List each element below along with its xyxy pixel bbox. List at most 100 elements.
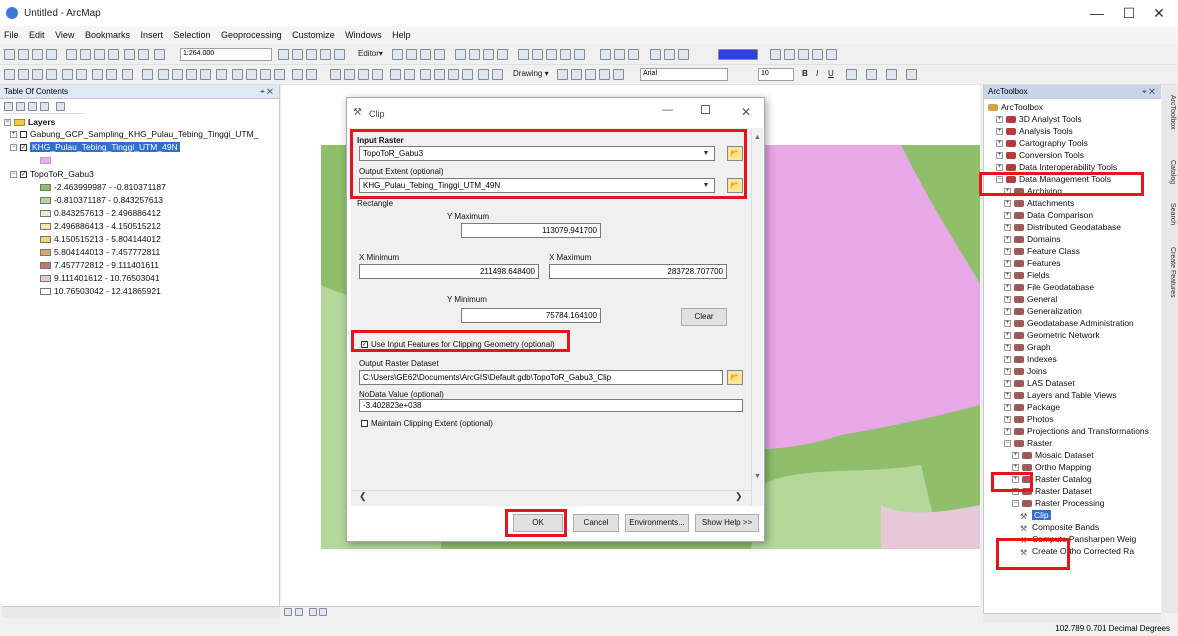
refresh-icon[interactable] [826,49,837,60]
arctoolbox-icon[interactable] [334,49,345,60]
straight-segment-icon[interactable] [420,49,431,60]
dialog-close[interactable]: ✕ [741,105,751,119]
toolbox-item[interactable]: + General [1004,294,1057,304]
expand-icon[interactable]: + [1004,320,1011,328]
toc-layer-gcp[interactable]: + Gabung_GCP_Sampling_KHG_Pulau_Tebing_Ti… [10,129,258,139]
bold-button[interactable]: B [802,69,808,78]
expand-icon[interactable]: + [1004,332,1011,340]
measure-icon[interactable] [216,69,227,80]
expand-icon[interactable]: + [1004,380,1011,388]
maximize-button[interactable]: ☐ [1112,4,1146,22]
list-by-visibility-icon[interactable] [28,102,37,111]
menu-customize[interactable]: Customize [288,26,339,40]
italic-button[interactable]: I [816,69,818,78]
toolbox-item[interactable]: + Photos [1004,414,1053,424]
chevron-down-icon[interactable]: ▼ [754,473,761,480]
layer-visibility-checkbox[interactable] [20,131,27,139]
menu-bookmarks[interactable]: Bookmarks [81,26,134,40]
extent-icon[interactable] [812,49,823,60]
hyperlink-icon[interactable] [186,69,197,80]
layer-visibility-checkbox[interactable]: ✓ [20,171,27,179]
grid-icon[interactable] [420,69,431,80]
scale-input[interactable]: 1:264.000 [180,48,272,61]
copy-icon[interactable] [80,49,91,60]
toolbox-item[interactable]: + Geodatabase Administration [1004,318,1134,328]
legend-item[interactable]: 5.804144013 - 7.457772811 [40,247,160,257]
folder-icon[interactable]: 📂 [727,370,743,385]
menu-edit[interactable]: Edit [25,26,49,40]
chevron-up-icon[interactable]: ▲ [754,134,761,141]
report2-icon[interactable] [462,69,473,80]
checkbox-unchecked[interactable] [361,420,368,428]
maintain-extent-checkbox[interactable]: Maintain Clipping Extent (optional) [361,419,493,428]
histogram-icon[interactable] [650,49,661,60]
rectangle-icon[interactable] [585,69,596,80]
expand-icon[interactable]: + [10,131,17,139]
collapse-icon[interactable]: − [4,119,11,127]
toc-layer-khg[interactable]: − ✓ KHG_Pulau_Tebing_Tinggi_UTM_49N [10,142,180,152]
list-by-source-icon[interactable] [16,102,25,111]
toolbox-item[interactable]: + Cartography Tools [996,138,1088,148]
select-pointer-icon[interactable] [557,69,568,80]
toolbox-item[interactable]: + LAS Dataset [1004,378,1075,388]
georef-table-icon[interactable] [404,69,415,80]
side-tab-search[interactable]: Search [1164,203,1176,225]
toolbox-item[interactable]: + File Geodatabase [1004,282,1094,292]
full-extent-icon[interactable] [46,69,57,80]
extent2-icon[interactable] [492,69,503,80]
add-data-icon[interactable] [154,49,165,60]
layer-visibility-checkbox[interactable]: ✓ [20,144,27,152]
environments-button[interactable]: Environments... [625,514,689,532]
layer-icon[interactable] [770,49,781,60]
table-tool-icon[interactable] [560,49,571,60]
toolbox-pin-close[interactable]: ⌖ ✕ [1142,87,1155,97]
georef-link-icon[interactable] [390,69,401,80]
show-help-button[interactable]: Show Help >> [695,514,759,532]
xmax-field[interactable]: 283728.707700 [549,264,727,279]
viewer-icon[interactable] [292,69,303,80]
line-color-icon[interactable] [886,69,897,80]
toc-layer-topotor[interactable]: − ✓ TopoToR_Gabu3 [10,169,94,179]
delete-icon[interactable] [108,49,119,60]
expand-icon[interactable]: + [1012,452,1019,460]
expand-icon[interactable]: + [1004,404,1011,412]
toolbox-item[interactable]: + Joins [1004,366,1047,376]
layout-view-icon[interactable] [295,608,303,616]
ymin-field[interactable]: 75784.164100 [461,308,601,323]
legend-swatch[interactable] [40,210,51,218]
legend-swatch[interactable] [40,184,51,192]
sketch-properties-icon[interactable] [497,49,508,60]
editor-menu[interactable]: Editor▾ [358,49,383,58]
legend-item[interactable]: -0.810371187 - 0.843257613 [40,195,163,205]
toolbox-scrollbar[interactable] [983,613,1161,622]
clear-button[interactable]: Clear [681,308,727,326]
print-icon[interactable] [46,49,57,60]
toolbox-item[interactable]: + Mosaic Dataset [1012,450,1094,460]
trace-icon[interactable] [434,49,445,60]
transparency-icon[interactable] [358,69,369,80]
toolbox-item[interactable]: + Conversion Tools [996,150,1084,160]
side-tab-arctoolbox[interactable]: ArcToolbox [1164,95,1176,130]
toolbox-item[interactable]: + Data Comparison [1004,210,1093,220]
expand-icon[interactable]: + [1004,272,1011,280]
toolbox-item-clip[interactable]: ⚒ Clip [1020,510,1051,521]
toolbox-item[interactable]: +3D Analyst Tools [996,114,1082,124]
flicker-icon[interactable] [344,69,355,80]
list-by-drawing-order-icon[interactable] [4,102,13,111]
expand-icon[interactable]: + [1004,356,1011,364]
drawing-menu[interactable]: Drawing ▾ [513,69,549,78]
menu-windows[interactable]: Windows [341,26,386,40]
expand-icon[interactable]: + [996,164,1003,172]
chart-icon[interactable] [448,69,459,80]
legend-item[interactable]: 2.496886413 - 4.150515212 [40,221,161,231]
toolbox-item[interactable]: + Geometric Network [1004,330,1100,340]
expand-icon[interactable]: + [1004,200,1011,208]
find-icon[interactable] [232,69,243,80]
toolbox-item[interactable]: + Package [1004,402,1060,412]
scatter-icon[interactable] [664,49,675,60]
expand-icon[interactable]: + [1004,392,1011,400]
output-raster-field[interactable]: C:\Users\GE62\Documents\ArcGIS\Default.g… [359,370,723,385]
toolbox-item[interactable]: + Generalization [1004,306,1082,316]
toolbox-item[interactable]: + Analysis Tools [996,126,1073,136]
toolbox-item[interactable]: − Raster Processing [1012,498,1104,508]
